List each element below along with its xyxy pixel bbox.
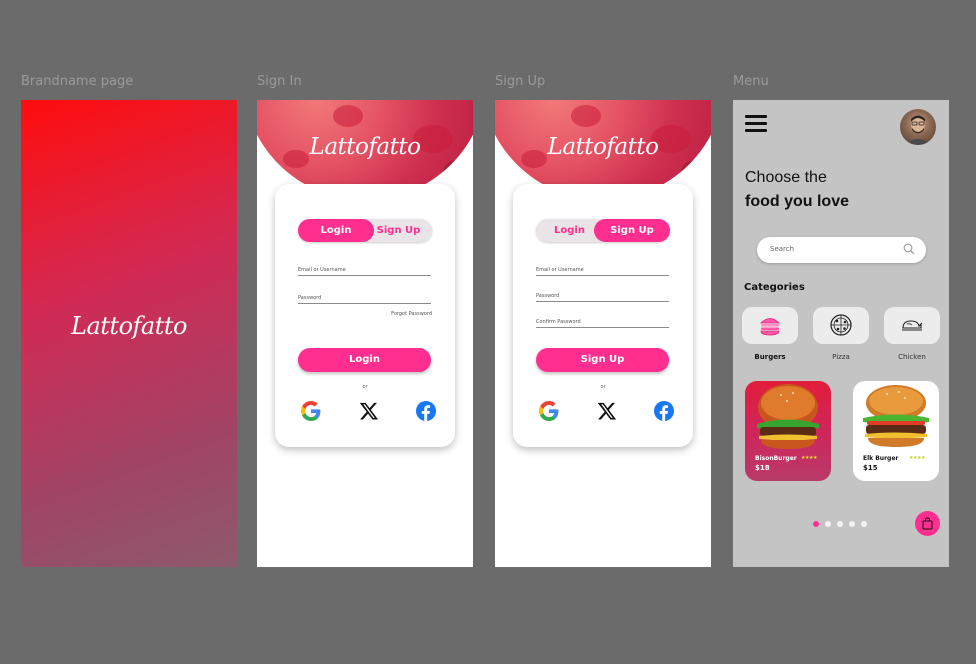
auth-toggle: Login Sign Up xyxy=(536,219,670,242)
pagination-dot[interactable] xyxy=(837,521,843,527)
search-icon[interactable] xyxy=(903,243,915,255)
frame-label-sign-up: Sign Up xyxy=(495,74,546,89)
email-field[interactable]: Email or Username xyxy=(536,267,669,276)
pagination-dot[interactable] xyxy=(861,521,867,527)
auth-toggle: Login Sign Up xyxy=(298,219,432,242)
forgot-password-link[interactable]: Forgot Password xyxy=(391,311,432,317)
headline-line-2: food you love xyxy=(745,193,849,210)
category-pizza[interactable] xyxy=(813,307,869,344)
frame-label-sign-in: Sign In xyxy=(257,74,302,89)
frame-label-brand: Brandname page xyxy=(21,74,134,89)
avatar[interactable] xyxy=(900,109,936,145)
food-card-elk-burger[interactable]: Elk Burger ★★★★ $15 xyxy=(853,381,939,481)
sign-in-screen: Lattofatto Login Sign Up Email or Userna… xyxy=(257,100,473,567)
categories-title: Categories xyxy=(744,282,805,293)
burger-image xyxy=(757,384,819,449)
pagination-dot[interactable] xyxy=(813,521,819,527)
google-icon[interactable] xyxy=(301,401,321,421)
login-button[interactable]: Login xyxy=(298,348,431,372)
pagination-dots xyxy=(813,521,867,527)
cart-button[interactable] xyxy=(915,511,940,536)
food-name: Elk Burger xyxy=(863,455,899,462)
x-icon[interactable] xyxy=(597,401,617,421)
password-field[interactable]: Password xyxy=(536,293,669,302)
headline-line-1: Choose the xyxy=(745,169,827,186)
password-field[interactable]: Password xyxy=(298,295,431,304)
tab-login[interactable]: Login xyxy=(298,219,374,242)
pagination-dot[interactable] xyxy=(849,521,855,527)
or-divider: or xyxy=(362,384,368,390)
food-name: BisonBurger xyxy=(755,455,797,462)
shopping-bag-icon xyxy=(922,517,933,530)
category-chicken[interactable] xyxy=(884,307,940,344)
category-label-pizza: Pizza xyxy=(832,353,850,361)
tab-sign-up[interactable]: Sign Up xyxy=(594,219,670,242)
burger-icon xyxy=(760,318,780,336)
food-price: $18 xyxy=(755,464,770,472)
or-divider: or xyxy=(600,384,606,390)
burger-image xyxy=(863,385,929,447)
rating-stars: ★★★★ xyxy=(801,455,817,461)
tab-sign-up[interactable]: Sign Up xyxy=(365,219,432,242)
category-label-burgers: Burgers xyxy=(754,353,786,361)
category-burgers[interactable] xyxy=(742,307,798,344)
tab-login[interactable]: Login xyxy=(536,219,603,242)
email-field[interactable]: Email or Username xyxy=(298,267,431,276)
chicken-icon xyxy=(902,320,923,331)
sign-up-screen: Lattofatto Login Sign Up Email or Userna… xyxy=(495,100,711,567)
facebook-icon[interactable] xyxy=(416,401,436,421)
facebook-icon[interactable] xyxy=(654,401,674,421)
pagination-dot[interactable] xyxy=(825,521,831,527)
menu-screen: Choose the food you love Search Categori… xyxy=(733,100,949,567)
brand-logo: Lattofatto xyxy=(309,134,421,160)
x-icon[interactable] xyxy=(359,401,379,421)
brand-logo: Lattofatto xyxy=(71,312,187,340)
search-placeholder: Search xyxy=(770,245,795,253)
food-price: $15 xyxy=(863,464,878,472)
google-icon[interactable] xyxy=(539,401,559,421)
sign-in-card: Login Sign Up Email or Username Password… xyxy=(275,184,455,447)
sign-up-button[interactable]: Sign Up xyxy=(536,348,669,372)
food-card-bisonburger[interactable]: BisonBurger ★★★★ $18 xyxy=(745,381,831,481)
hamburger-menu-icon[interactable] xyxy=(745,115,767,133)
pizza-icon xyxy=(830,314,852,336)
confirm-password-field[interactable]: Confirm Password xyxy=(536,319,669,328)
sign-up-card: Login Sign Up Email or Username Password… xyxy=(513,184,693,447)
search-input[interactable]: Search xyxy=(757,237,926,263)
brand-logo: Lattofatto xyxy=(547,134,659,160)
rating-stars: ★★★★ xyxy=(909,455,925,461)
frame-label-menu: Menu xyxy=(733,74,769,89)
category-label-chicken: Chicken xyxy=(898,353,926,361)
brand-screen: Lattofatto xyxy=(21,100,237,567)
